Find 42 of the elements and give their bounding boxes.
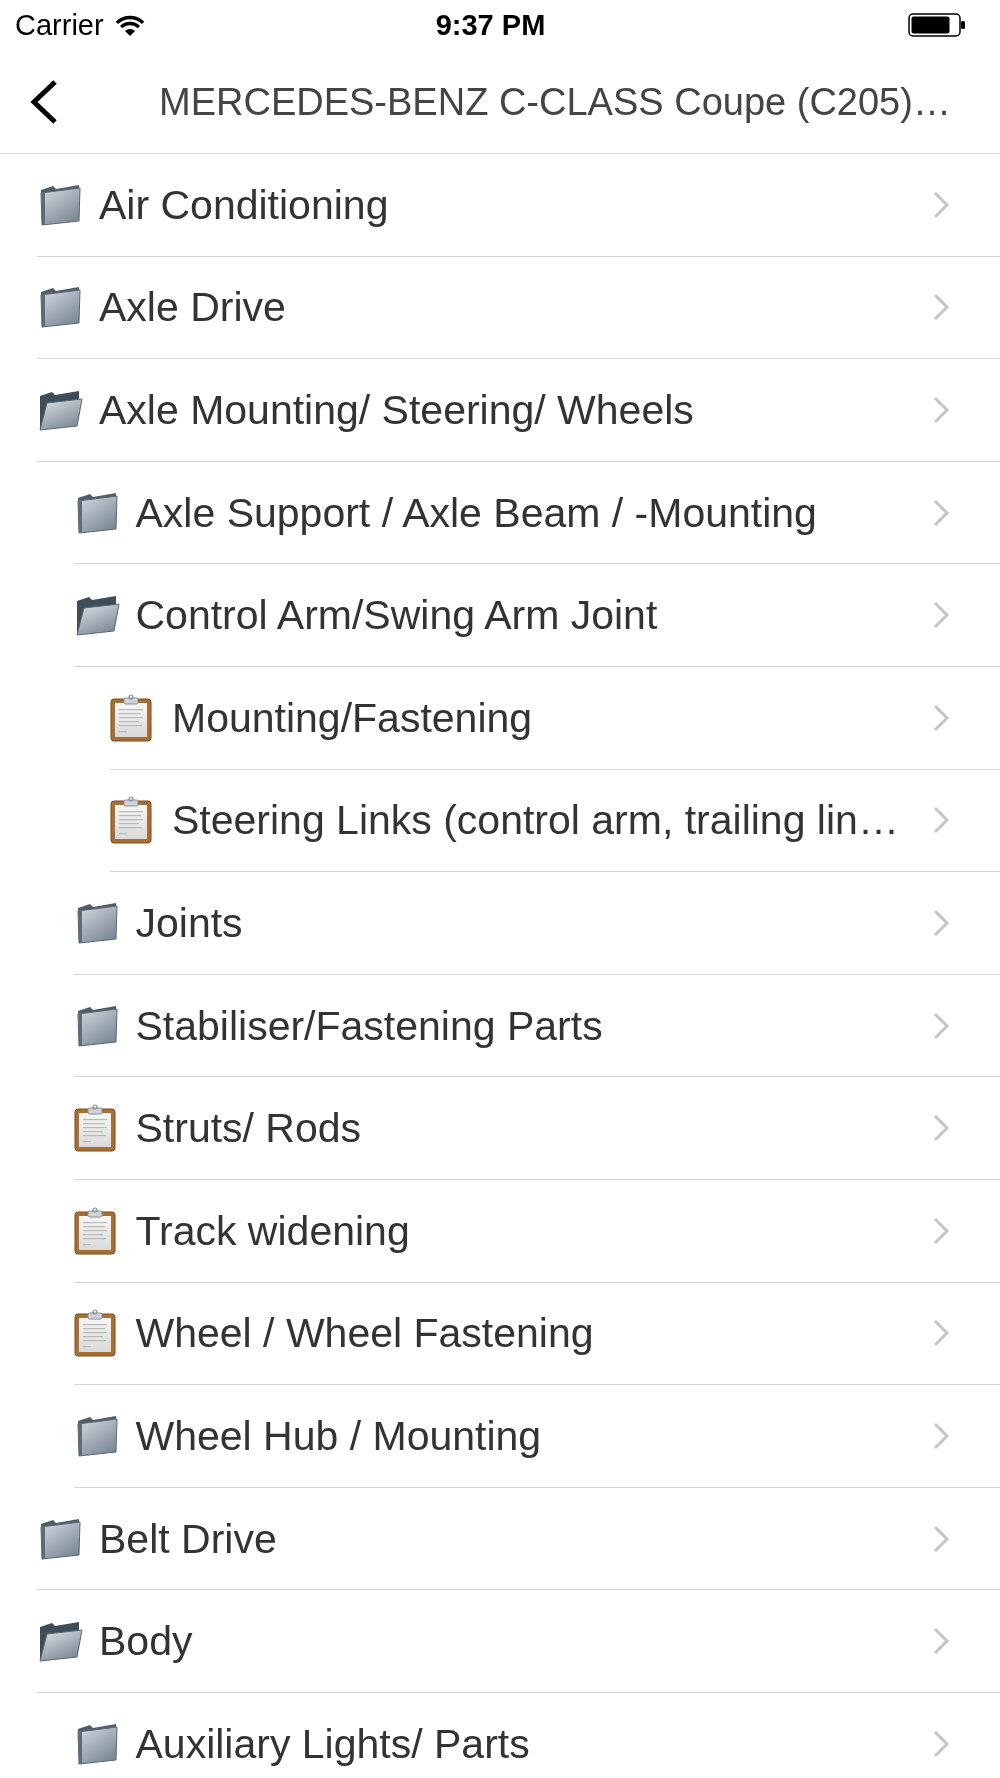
wifi-icon [114, 13, 145, 37]
chevron-right-icon [932, 702, 950, 733]
nav-title: MERCEDES-BENZ C-CLASS Coupe (C205)… [159, 79, 951, 125]
chevron-right-icon [932, 1113, 950, 1144]
chevron-right-icon [932, 497, 950, 528]
chevron-right-icon [932, 1626, 950, 1657]
category-row[interactable]: Axle Drive [37, 256, 1000, 360]
clipboard-icon [73, 1309, 116, 1358]
clipboard-icon [73, 1104, 116, 1153]
category-row[interactable]: Axle Support / Axle Beam / -Mounting [73, 461, 1000, 565]
time-label: 9:37 PM [435, 8, 546, 42]
battery-icon [908, 13, 966, 37]
category-row[interactable]: Axle Mounting/ Steering/ Wheels [37, 359, 1000, 462]
chevron-right-icon [932, 189, 950, 220]
chevron-right-icon [932, 1523, 950, 1554]
chevron-right-icon [932, 292, 950, 323]
chevron-right-icon [932, 600, 950, 631]
category-row[interactable]: Air Conditioning [37, 154, 1000, 257]
chevron-right-icon [932, 1215, 950, 1246]
category-row[interactable]: Track widening [73, 1179, 1000, 1283]
category-row[interactable]: Struts/ Rods [73, 1077, 1000, 1180]
chevron-right-icon [932, 907, 950, 938]
chevron-right-icon [932, 1318, 950, 1349]
category-row[interactable]: Belt Drive [37, 1487, 1000, 1591]
category-row[interactable]: Wheel / Wheel Fastening [73, 1282, 1000, 1386]
category-row[interactable]: Auxiliary Lights/ Parts [73, 1692, 1000, 1778]
chevron-right-icon [932, 1420, 950, 1451]
chevron-right-icon [932, 1728, 950, 1759]
clipboard-icon [110, 693, 152, 742]
chevron-right-icon [932, 805, 950, 836]
category-row[interactable]: Joints [73, 872, 1000, 975]
carrier-label: Carrier [15, 8, 104, 42]
clipboard-icon [73, 1206, 116, 1255]
chevron-right-icon [932, 1010, 950, 1041]
category-row[interactable]: Body [37, 1590, 1000, 1693]
category-row[interactable]: Stabiliser/Fastening Parts [73, 974, 1000, 1078]
category-row[interactable]: Control Arm/Swing Arm Joint [73, 564, 1000, 667]
category-row[interactable]: Wheel Hub / Mounting [73, 1385, 1000, 1488]
chevron-right-icon [932, 395, 950, 425]
category-row[interactable]: Steering Links (control arm, trailing lin… [110, 769, 1000, 873]
category-row[interactable]: Mounting/Fastening [110, 666, 1000, 770]
clipboard-icon [110, 796, 152, 845]
